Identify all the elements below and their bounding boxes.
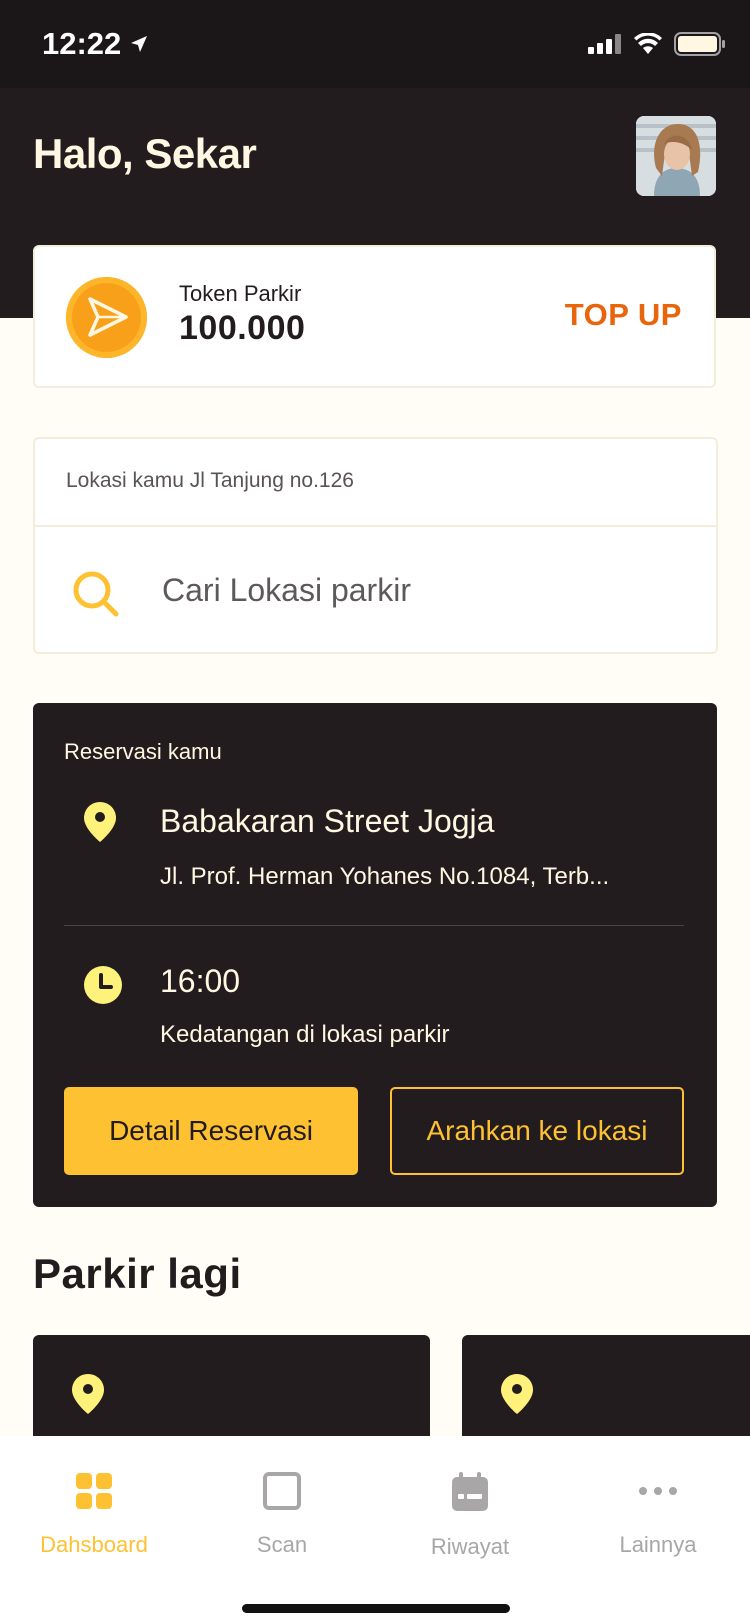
reservation-card: Reservasi kamu Babakaran Street Jogja Jl… bbox=[33, 703, 717, 1207]
nav-item-scan[interactable]: Scan bbox=[188, 1436, 376, 1576]
section-title-parkir-lagi: Parkir lagi bbox=[33, 1250, 242, 1297]
reservation-title: Reservasi kamu bbox=[64, 739, 222, 764]
bottom-nav: Dahsboard Scan Riwayat Lainnya bbox=[0, 1436, 750, 1624]
more-icon bbox=[639, 1487, 677, 1495]
scan-icon bbox=[263, 1472, 301, 1510]
status-time-text: 12:22 bbox=[42, 26, 122, 61]
reservation-time: 16:00 bbox=[160, 963, 241, 999]
battery-icon bbox=[674, 32, 725, 56]
avatar[interactable] bbox=[636, 116, 716, 196]
token-balance: 100.000 bbox=[179, 309, 306, 347]
dashboard-icon bbox=[76, 1473, 112, 1509]
reservation-time-label: Kedatangan di lokasi parkir bbox=[160, 1021, 450, 1048]
reservation-address: Jl. Prof. Herman Yohanes No.1084, Terb..… bbox=[160, 863, 610, 890]
nav-item-lainnya[interactable]: Lainnya bbox=[564, 1436, 750, 1576]
nav-label-dashboard: Dahsboard bbox=[40, 1532, 148, 1557]
search-card: Lokasi kamu Jl Tanjung no.126 bbox=[33, 437, 718, 654]
greeting-title: Halo, Sekar bbox=[33, 130, 257, 177]
location-pin-icon bbox=[72, 1374, 104, 1414]
token-label: Token Parkir bbox=[179, 281, 302, 306]
nav-label-scan: Scan bbox=[256, 1532, 308, 1557]
calendar-icon bbox=[452, 1472, 488, 1511]
avatar-image bbox=[636, 116, 716, 196]
current-location-text: Lokasi kamu Jl Tanjung no.126 bbox=[66, 469, 354, 492]
status-bar: 12:22 bbox=[0, 0, 750, 88]
status-time: 12:22 bbox=[42, 26, 149, 62]
search-input[interactable] bbox=[35, 527, 716, 654]
nav-item-riwayat[interactable]: Riwayat bbox=[376, 1436, 564, 1576]
topup-button[interactable]: TOP UP bbox=[565, 297, 682, 333]
token-card: Token Parkir 100.000 TOP UP bbox=[33, 245, 716, 388]
location-pin-icon bbox=[501, 1374, 533, 1414]
nav-label-riwayat: Riwayat bbox=[430, 1534, 510, 1559]
detail-reservation-button[interactable]: Detail Reservasi bbox=[64, 1087, 358, 1175]
direction-button[interactable]: Arahkan ke lokasi bbox=[390, 1087, 684, 1175]
location-pin-icon bbox=[84, 802, 116, 842]
reservation-divider bbox=[64, 925, 684, 926]
signal-icon bbox=[588, 34, 621, 54]
status-indicators bbox=[588, 32, 726, 56]
home-indicator bbox=[242, 1604, 510, 1613]
token-coin-icon bbox=[66, 277, 147, 358]
reservation-place: Babakaran Street Jogja bbox=[160, 803, 495, 839]
clock-icon bbox=[84, 966, 122, 1004]
nav-item-dashboard[interactable]: Dahsboard bbox=[0, 1436, 188, 1576]
nav-label-lainnya: Lainnya bbox=[619, 1532, 697, 1557]
wifi-icon bbox=[634, 33, 662, 54]
location-arrow-icon bbox=[131, 36, 148, 52]
